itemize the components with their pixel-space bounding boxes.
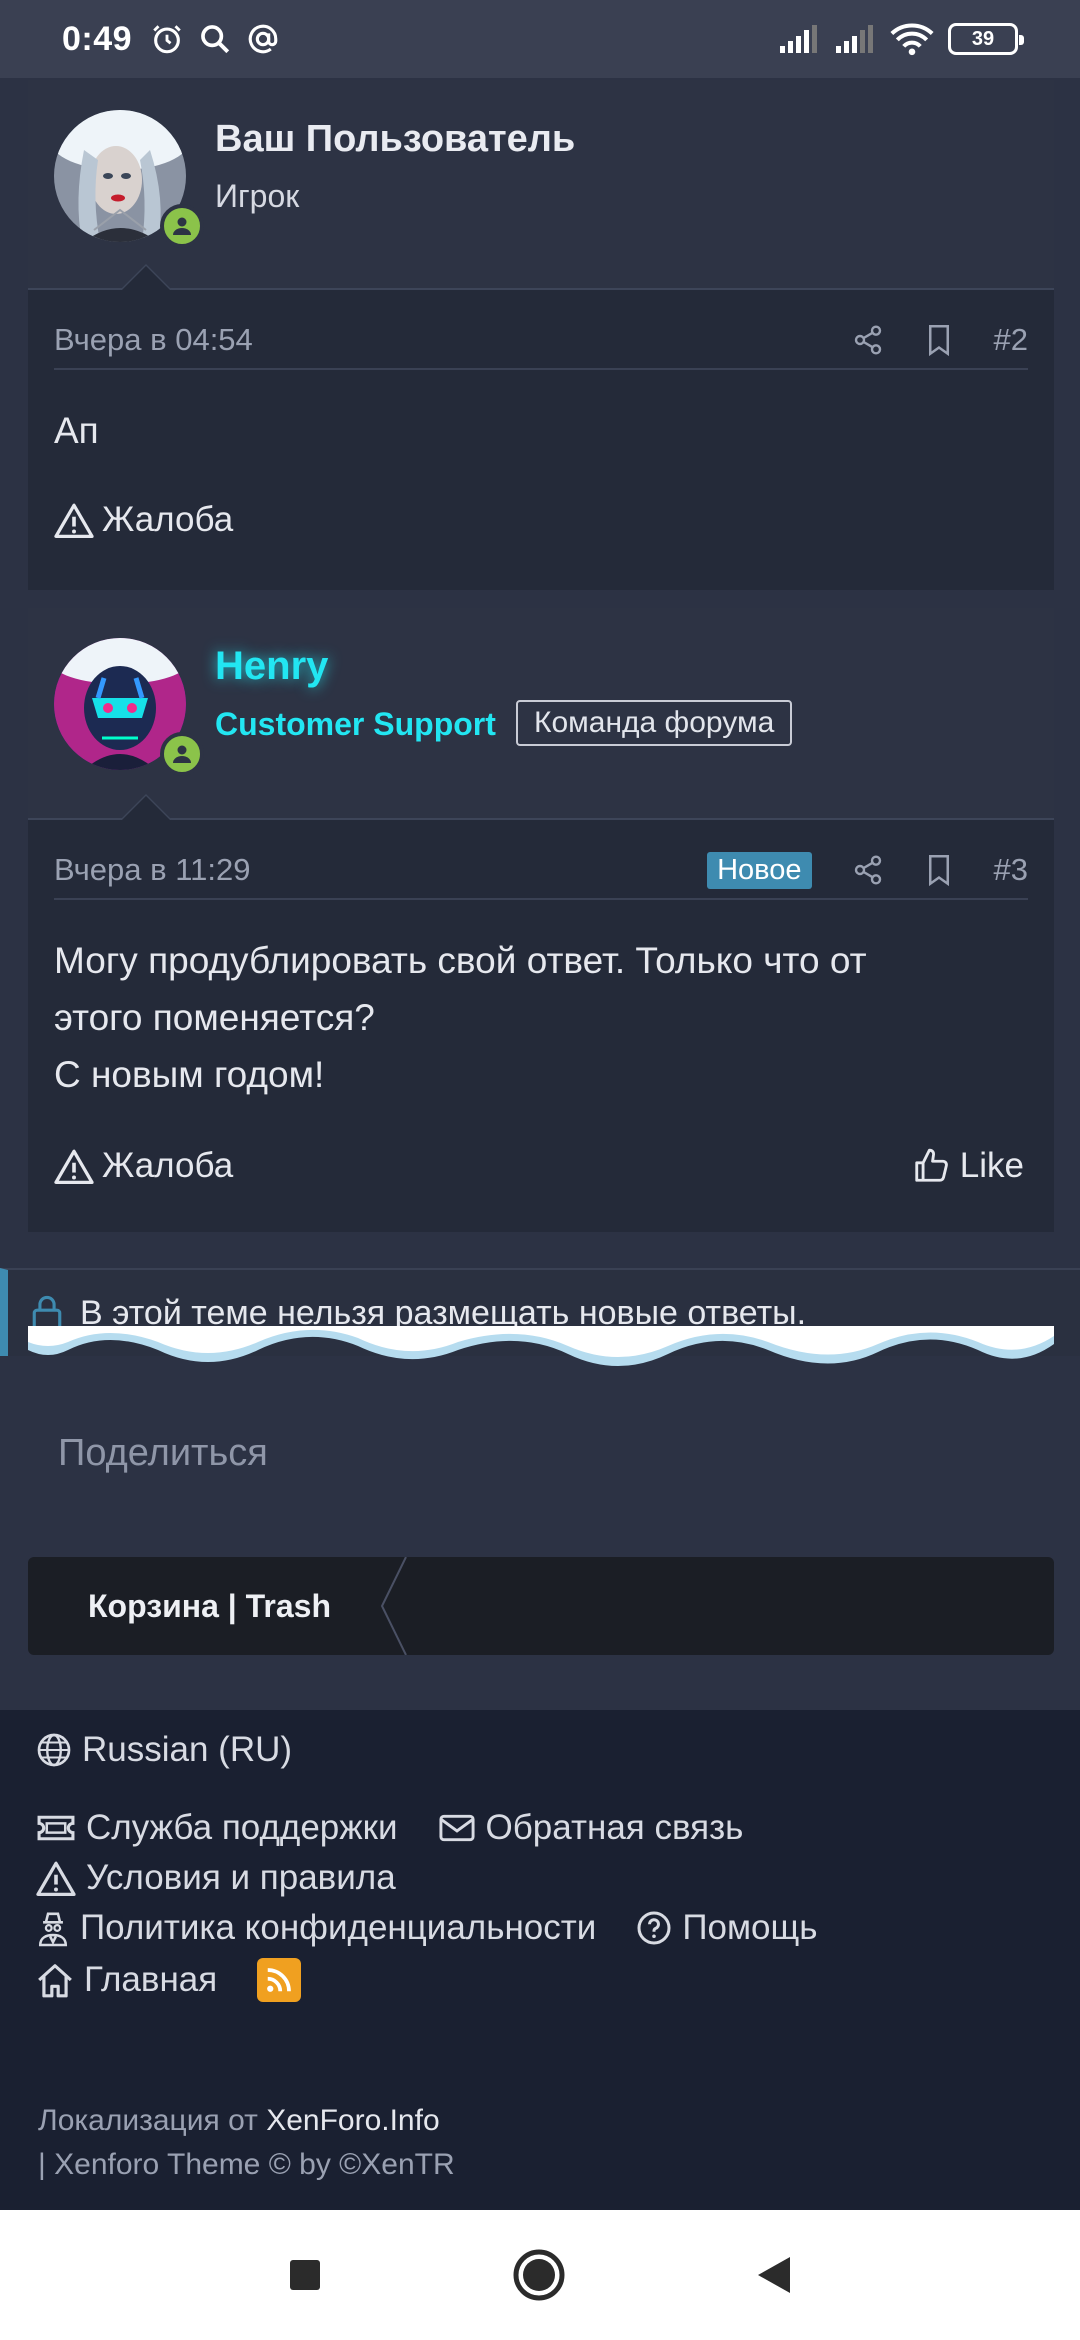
localization-prefix: Локализация от <box>38 2104 258 2137</box>
speech-arrow <box>120 264 172 290</box>
warning-icon <box>54 1149 94 1184</box>
post-text-line: Ап <box>54 410 99 451</box>
user-role: Customer Support <box>215 706 496 742</box>
post-number[interactable]: #2 <box>994 322 1028 358</box>
footer-links-row-4: Главная <box>36 1958 302 2002</box>
post-3: Henry Customer Support Команда форума Вч… <box>28 608 1054 1232</box>
post-text-line: этого поменяется? <box>54 997 375 1038</box>
post-number[interactable]: #3 <box>994 852 1028 888</box>
post-text-line: Могу продублировать свой ответ. Только ч… <box>54 940 867 981</box>
report-label: Жалоба <box>102 500 234 539</box>
footer-link-label: Главная <box>84 1960 218 1999</box>
post-author[interactable]: Ваш Пользователь <box>215 118 575 161</box>
team-badge: Команда форума <box>516 700 793 746</box>
post-body: Ап <box>54 402 1028 459</box>
signal-icon-2 <box>836 25 873 53</box>
online-status-icon <box>160 204 204 248</box>
footer-link-feedback[interactable]: Обратная связь <box>438 1808 744 1848</box>
globe-icon <box>37 1733 71 1767</box>
footer-link-privacy[interactable]: Политика конфиденциальности <box>36 1908 596 1948</box>
home-icon <box>38 1964 72 1998</box>
ticket-icon <box>37 1815 75 1841</box>
alarm-icon <box>153 25 181 54</box>
wifi-icon <box>890 23 934 56</box>
post-text-line: С новым годом! <box>54 1054 325 1095</box>
report-button[interactable]: Жалоба <box>54 500 233 540</box>
search-icon <box>201 25 230 54</box>
online-status-icon <box>160 732 204 776</box>
language-label: Russian (RU) <box>82 1730 293 1769</box>
post-date[interactable]: Вчера в 04:54 <box>54 322 253 358</box>
footer-links-row-3: Политика конфиденциальности Помощь <box>36 1908 818 1948</box>
footer-link-label: Помощь <box>682 1908 818 1947</box>
footer-link-support[interactable]: Служба поддержки <box>36 1808 398 1848</box>
post-3-header: Henry Customer Support Команда форума <box>28 608 1054 820</box>
recent-apps-icon[interactable] <box>288 2258 322 2292</box>
theme-credit: | Xenforo Theme © by ©XenTR <box>38 2148 455 2181</box>
footer-links-row-1: Служба поддержки Обратная связь <box>36 1808 743 1848</box>
breadcrumb-item[interactable]: Корзина | Trash <box>88 1588 331 1625</box>
user-title: Игрок <box>215 178 300 214</box>
question-circle-icon <box>637 1911 671 1945</box>
footer-link-label: Служба поддержки <box>86 1808 398 1847</box>
signal-icon <box>780 25 817 53</box>
like-button[interactable]: Like <box>912 1146 1024 1186</box>
post-author[interactable]: Henry <box>215 644 328 689</box>
post-meta: Вчера в 04:54 #2 <box>54 312 1028 370</box>
post-2: Ваш Пользователь Игрок Вчера в 04:54 #2 … <box>28 80 1054 590</box>
speech-arrow <box>120 794 172 820</box>
breadcrumb[interactable]: Корзина | Trash <box>28 1557 1054 1655</box>
post-meta: Вчера в 11:29 Новое #3 <box>54 842 1028 900</box>
language-selector[interactable]: Russian (RU) <box>36 1730 292 1770</box>
warning-icon <box>36 1861 76 1896</box>
status-bar: 0:49 39 <box>0 0 1080 78</box>
footer-link-help[interactable]: Помощь <box>636 1908 818 1948</box>
footer-link-terms[interactable]: Условия и правила <box>36 1858 396 1898</box>
post-2-header: Ваш Пользователь Игрок <box>28 80 1054 290</box>
localization-link[interactable]: XenForo.Info <box>266 2104 439 2137</box>
localization-credit: Локализация от XenForo.Info <box>38 2104 440 2138</box>
back-icon[interactable] <box>756 2255 792 2295</box>
bookmark-icon[interactable] <box>924 323 954 357</box>
share-icon[interactable] <box>852 854 884 886</box>
report-label: Жалоба <box>102 1146 234 1185</box>
footer-link-label: Обратная связь <box>485 1808 744 1847</box>
status-time: 0:49 <box>62 19 133 58</box>
envelope-icon <box>438 1814 475 1842</box>
report-button[interactable]: Жалоба <box>54 1146 233 1186</box>
at-icon <box>248 24 278 54</box>
post-date[interactable]: Вчера в 11:29 <box>54 852 251 888</box>
bookmark-icon[interactable] <box>924 853 954 887</box>
post-body: Могу продублировать свой ответ. Только ч… <box>54 932 1028 1103</box>
share-icon[interactable] <box>852 324 884 356</box>
like-label: Like <box>959 1146 1024 1185</box>
footer-link-home[interactable]: Главная <box>36 1960 217 2000</box>
footer-link-label: Условия и правила <box>86 1858 396 1897</box>
footer-link-label: Политика конфиденциальности <box>80 1908 597 1947</box>
home-button-icon[interactable] <box>512 2248 566 2302</box>
system-nav-bar <box>0 2210 1080 2340</box>
battery-indicator: 39 <box>948 23 1024 55</box>
user-secret-icon <box>38 1912 68 1947</box>
new-badge: Новое <box>707 851 812 889</box>
thumbs-up-icon <box>915 1148 948 1182</box>
breadcrumb-separator-icon <box>380 1557 407 1655</box>
snow-decoration <box>28 1326 1054 1366</box>
share-heading: Поделиться <box>58 1432 268 1474</box>
warning-icon <box>54 503 94 538</box>
rss-icon[interactable] <box>257 1958 302 2002</box>
